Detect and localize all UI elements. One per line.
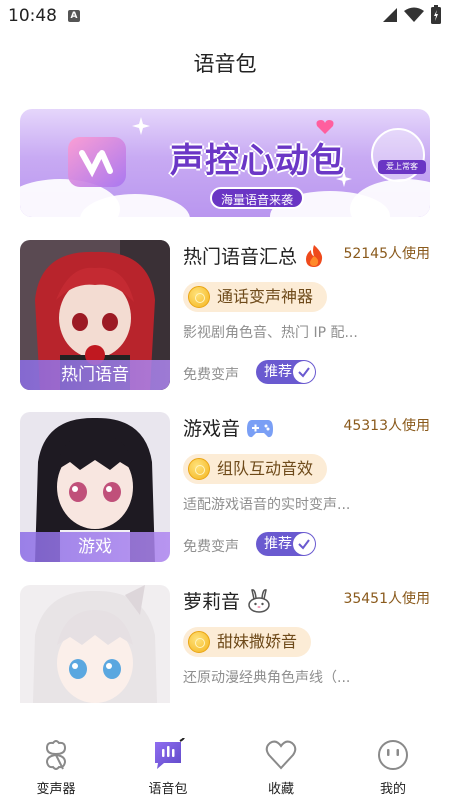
gamepad-icon [247, 419, 274, 437]
card-thumbnail: 游戏 [20, 412, 170, 562]
card-description: 适配游戏语音的实时变声... [183, 497, 351, 513]
bunny-icon [248, 588, 270, 613]
tab-voice-pack[interactable]: 语音包 [123, 738, 213, 797]
face-icon [378, 740, 408, 770]
coin-icon [188, 631, 210, 653]
banner-tag: 爱上常客 [378, 160, 426, 174]
heart-icon [265, 740, 297, 770]
free-label: 免费变声 [183, 539, 239, 555]
recommend-label: 推荐 [264, 536, 292, 552]
tab-voice-changer[interactable]: 变声器 [11, 738, 101, 797]
tab-label: 语音包 [148, 782, 188, 797]
status-bar: 10:48 A [0, 0, 450, 32]
anime-girl-illustration [20, 585, 170, 703]
usage-count: 45313人使用 [343, 418, 430, 434]
battery-icon [431, 5, 441, 24]
banner-title: 声控心动包 [170, 141, 345, 181]
bottom-tab-bar: 变声器 语音包 收藏 我的 [0, 730, 450, 800]
recommend-badge[interactable]: 推荐 [256, 360, 316, 384]
page-title: 语音包 [193, 52, 257, 76]
recommend-label: 推荐 [264, 364, 292, 380]
card-title: 热门语音汇总 [183, 246, 298, 268]
cloud-decoration [350, 179, 430, 217]
signal-icon [383, 8, 397, 22]
feature-tag: 通话变声神器 [183, 282, 328, 312]
status-icons [382, 5, 442, 25]
heart-bubble-icon [68, 137, 126, 187]
recommend-badge[interactable]: 推荐 [256, 532, 316, 556]
sparkle-icon [132, 117, 150, 135]
status-time: 10:48 [8, 6, 57, 26]
card-title-row: 萝莉音 [183, 587, 272, 614]
notification-icon: A [68, 10, 80, 22]
card-description: 影视剧角色音、热门 IP 配... [183, 325, 358, 341]
wifi-icon [404, 7, 424, 22]
card-thumbnail: 热门语音 [20, 240, 170, 390]
check-icon [293, 361, 315, 383]
tab-label: 收藏 [267, 782, 294, 797]
fire-icon [306, 244, 323, 267]
card-description: 还原动漫经典角色声线（... [183, 670, 351, 686]
voice-pack-card[interactable]: 游戏 游戏音 45313人使用 组队互动音效 适配游戏语音的实时变声... 免费… [20, 412, 430, 562]
promo-banner[interactable]: 声控心动包 海量语音来袭 爱上常客 [20, 109, 430, 217]
tab-favorites[interactable]: 收藏 [236, 738, 326, 797]
clover-icon [45, 740, 67, 770]
check-icon [293, 533, 315, 555]
feature-tag: 甜妹撒娇音 [183, 627, 312, 657]
coin-icon [188, 458, 210, 480]
voice-pack-card[interactable]: 萝莉音 35451人使用 甜妹撒娇音 还原动漫经典角色声线（... [20, 585, 430, 703]
thumbnail-label: 游戏 [20, 532, 170, 562]
card-title-row: 热门语音汇总 [183, 242, 325, 269]
free-label: 免费变声 [183, 367, 239, 383]
card-title-row: 游戏音 [183, 414, 274, 441]
banner-subtitle: 海量语音来袭 [210, 187, 304, 209]
card-title: 游戏音 [183, 418, 241, 440]
usage-count: 52145人使用 [343, 246, 430, 262]
tab-label: 变声器 [36, 782, 76, 797]
feature-tag-label: 组队互动音效 [217, 459, 314, 478]
card-title: 萝莉音 [183, 591, 241, 613]
feature-tag-label: 甜妹撒娇音 [217, 632, 298, 651]
voice-pack-card[interactable]: 热门语音 热门语音汇总 52145人使用 通话变声神器 影视剧角色音、热门 IP… [20, 240, 430, 390]
bubble-icon [371, 128, 425, 182]
usage-count: 35451人使用 [343, 591, 430, 607]
coin-icon [188, 286, 210, 308]
card-thumbnail [20, 585, 170, 703]
thumbnail-label: 热门语音 [20, 360, 170, 390]
feature-tag-label: 通话变声神器 [217, 287, 314, 306]
voice-pack-icon [155, 738, 185, 769]
tab-profile[interactable]: 我的 [348, 738, 438, 797]
feature-tag: 组队互动音效 [183, 454, 328, 484]
tab-label: 我的 [379, 782, 406, 797]
